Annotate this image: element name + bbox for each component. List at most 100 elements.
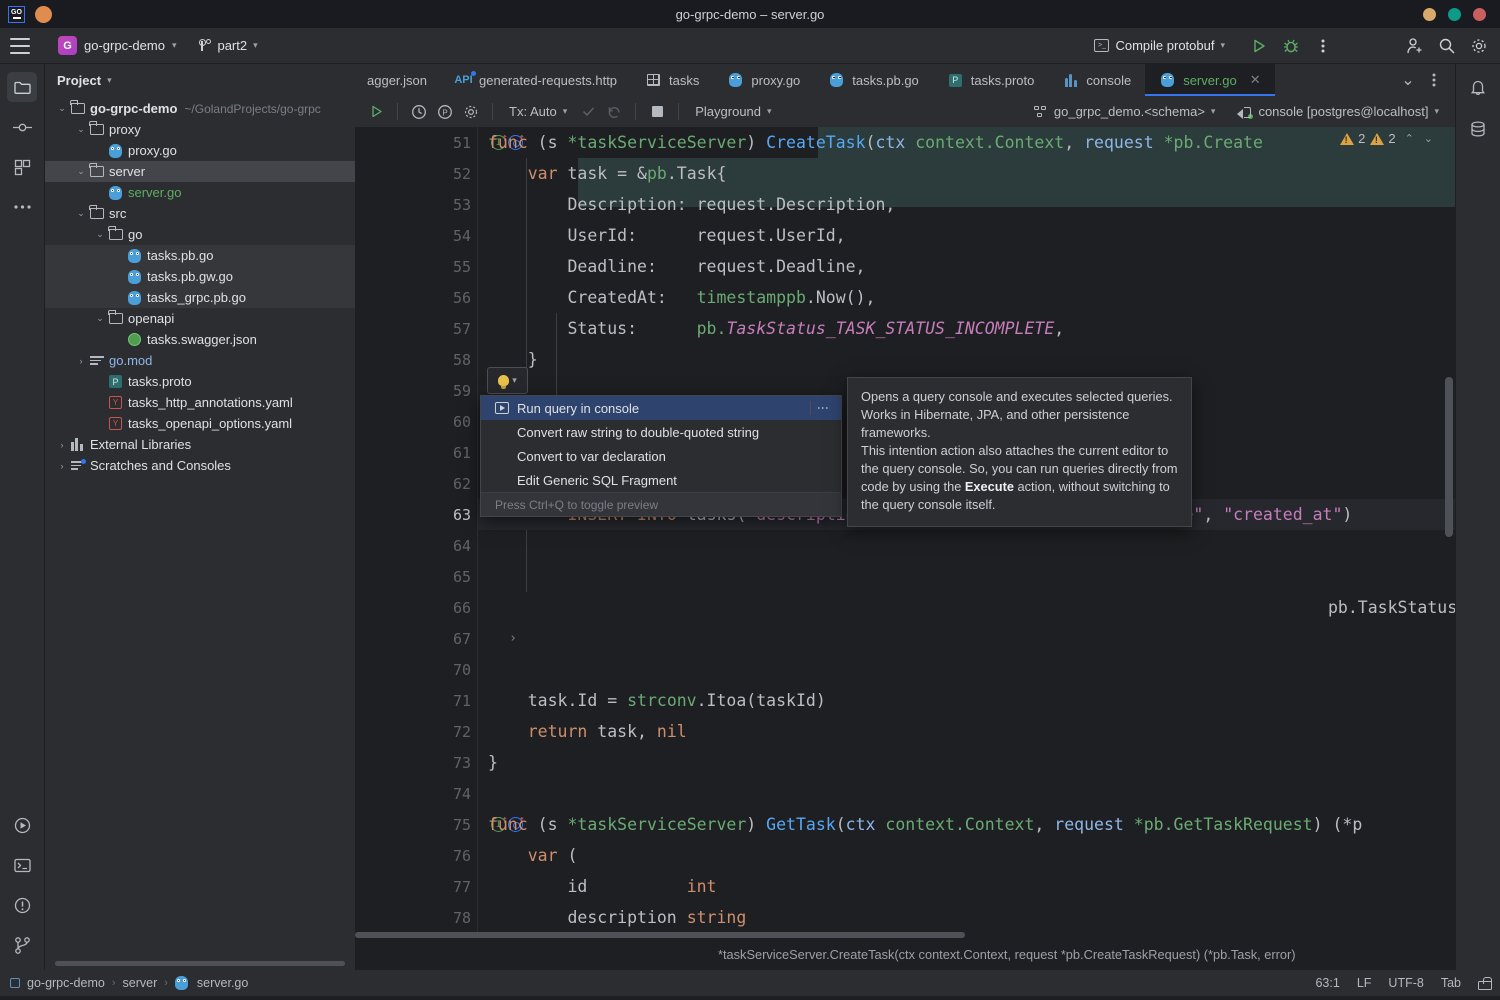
tree-row[interactable]: ›go.mod	[45, 350, 355, 371]
chevron-right-icon[interactable]: ›	[74, 356, 88, 366]
close-icon[interactable]: ✕	[1250, 72, 1261, 88]
rollback-icon[interactable]	[603, 101, 625, 123]
intention-action-item[interactable]: Run query in console⋮	[481, 396, 841, 420]
chevron-down-icon[interactable]: ⌄	[55, 103, 69, 114]
project-horizontal-scrollbar[interactable]	[45, 958, 355, 970]
code-line[interactable]	[478, 530, 1455, 561]
run-icon[interactable]	[1248, 35, 1270, 57]
status-breadcrumb[interactable]: go-grpc-demo›server›server.go	[10, 976, 248, 990]
caret-position-label[interactable]: 63:1	[1315, 976, 1339, 990]
code-line[interactable]	[478, 623, 1455, 654]
tree-row[interactable]: Ytasks_openapi_options.yaml	[45, 413, 355, 434]
intention-action-item[interactable]: Convert to var declaration	[481, 444, 841, 468]
gutter-line[interactable]: 59	[355, 375, 477, 406]
debug-icon[interactable]	[1280, 35, 1302, 57]
chevron-down-icon[interactable]: ⌄	[74, 208, 88, 219]
tree-row[interactable]: server.go	[45, 182, 355, 203]
code-line[interactable]: Status: pb.TaskStatus_TASK_STATUS_INCOMP…	[478, 313, 1455, 344]
editor-tab[interactable]: tasks	[631, 64, 713, 96]
unlocked-icon[interactable]	[1478, 977, 1490, 990]
editor-tab[interactable]: tasks.pb.go	[814, 64, 933, 96]
tree-row[interactable]: tasks_grpc.pb.go	[45, 287, 355, 308]
gutter-line[interactable]: 73	[355, 747, 477, 778]
indent-label[interactable]: Tab	[1441, 976, 1461, 990]
breadcrumb-item[interactable]: server.go	[197, 976, 248, 990]
chevron-up-icon[interactable]: ⌃	[1405, 132, 1414, 145]
project-tree[interactable]: ⌄go-grpc-demo~/GolandProjects/go-grpc⌄pr…	[45, 96, 355, 958]
gutter-line[interactable]: 66	[355, 592, 477, 623]
code-line[interactable]: return task, nil	[478, 716, 1455, 747]
code-editor[interactable]: 51I↑↑52535455565758596061626364656667›70…	[355, 127, 1455, 938]
tree-row[interactable]: tasks.swagger.json	[45, 329, 355, 350]
editor-tab[interactable]: server.go✕	[1145, 64, 1274, 96]
code-line[interactable]: pb.TaskStatus_name[int	[478, 592, 1455, 623]
tree-row[interactable]: ›External Libraries	[45, 434, 355, 455]
gutter-line[interactable]: 57	[355, 313, 477, 344]
inspection-status-widget[interactable]: 22 ⌃ ⌄	[1340, 131, 1433, 146]
gutter-line[interactable]: 63	[355, 499, 477, 530]
maximize-button[interactable]	[1448, 8, 1461, 21]
gutter-line[interactable]: 72	[355, 716, 477, 747]
gutter-line[interactable]: 70	[355, 654, 477, 685]
code-line[interactable]: Deadline: request.Deadline,	[478, 251, 1455, 282]
intention-action-item[interactable]: Convert raw string to double-quoted stri…	[481, 420, 841, 444]
connection-selector[interactable]: console [postgres@localhost] ▾	[1231, 102, 1445, 121]
minimize-button[interactable]	[1423, 8, 1436, 21]
intention-action-item[interactable]: Edit Generic SQL Fragment	[481, 468, 841, 492]
code-line[interactable]: var (	[478, 840, 1455, 871]
run-query-icon[interactable]	[365, 101, 387, 123]
breadcrumb-item[interactable]: server	[123, 976, 158, 990]
main-menu-icon[interactable]	[10, 38, 30, 54]
chevron-down-icon[interactable]: ⌄	[93, 313, 107, 324]
chevron-right-icon[interactable]: ›	[55, 461, 69, 471]
warning-indicator[interactable]: 2	[1370, 131, 1395, 146]
editor-tab[interactable]: Ptasks.proto	[933, 64, 1049, 96]
search-icon[interactable]	[1436, 35, 1458, 57]
gutter-line[interactable]: 76	[355, 840, 477, 871]
gutter-line[interactable]: 53	[355, 189, 477, 220]
line-separator-label[interactable]: LF	[1357, 976, 1372, 990]
tree-row[interactable]: ⌄go-grpc-demo~/GolandProjects/go-grpc	[45, 98, 355, 119]
editor-tab[interactable]: APIgenerated-requests.http	[441, 64, 631, 96]
code-line[interactable]: var task = &pb.Task{	[478, 158, 1455, 189]
gutter-line[interactable]: 71	[355, 685, 477, 716]
structure-tool-icon[interactable]	[7, 152, 37, 182]
code-line[interactable]: func (s *taskServiceServer) CreateTask(c…	[478, 127, 1455, 158]
intention-bulb-button[interactable]: ▾	[487, 367, 528, 394]
close-button[interactable]	[1473, 8, 1486, 21]
more-tool-windows-icon[interactable]	[7, 192, 37, 222]
editor-vertical-scrollbar[interactable]	[1445, 127, 1453, 938]
gutter-line[interactable]: 75I↑↑	[355, 809, 477, 840]
tree-row[interactable]: proxy.go	[45, 140, 355, 161]
warning-indicator[interactable]: 2	[1340, 131, 1365, 146]
commit-check-icon[interactable]	[577, 101, 599, 123]
code-line[interactable]: CreatedAt: timestamppb.Now(),	[478, 282, 1455, 313]
problems-tool-icon[interactable]	[7, 890, 37, 920]
encoding-label[interactable]: UTF-8	[1388, 976, 1423, 990]
editor-tab[interactable]: agger.json	[355, 64, 441, 96]
project-tool-icon[interactable]	[7, 72, 37, 102]
database-icon[interactable]	[1463, 114, 1493, 144]
gutter-line[interactable]: 51I↑↑	[355, 127, 477, 158]
commit-tool-icon[interactable]	[7, 112, 37, 142]
terminal-tool-icon[interactable]	[7, 850, 37, 880]
history-icon[interactable]	[408, 101, 430, 123]
chevron-down-icon[interactable]: ⌄	[1424, 132, 1433, 145]
code-line[interactable]: UserId: request.UserId,	[478, 220, 1455, 251]
gutter-line[interactable]: 55	[355, 251, 477, 282]
gutter-line[interactable]: 62	[355, 468, 477, 499]
code-line[interactable]: task.Id = strconv.Itoa(taskId)	[478, 685, 1455, 716]
gutter-line[interactable]: 67›	[355, 623, 477, 654]
gutter-line[interactable]: 58	[355, 344, 477, 375]
intention-actions-popup[interactable]: Run query in console⋮Convert raw string …	[480, 395, 842, 517]
gutter-line[interactable]: 65	[355, 561, 477, 592]
more-vertical-icon[interactable]	[1312, 35, 1334, 57]
gutter-line[interactable]: 64	[355, 530, 477, 561]
code-line[interactable]	[478, 561, 1455, 592]
tree-row[interactable]: Ptasks.proto	[45, 371, 355, 392]
schema-selector[interactable]: go_grpc_demo.<schema> ▾	[1028, 102, 1222, 121]
stop-icon[interactable]	[646, 101, 668, 123]
gutter-line[interactable]: 52	[355, 158, 477, 189]
code-line[interactable]: func (s *taskServiceServer) GetTask(ctx …	[478, 809, 1455, 840]
more-vertical-icon[interactable]	[1423, 69, 1445, 91]
